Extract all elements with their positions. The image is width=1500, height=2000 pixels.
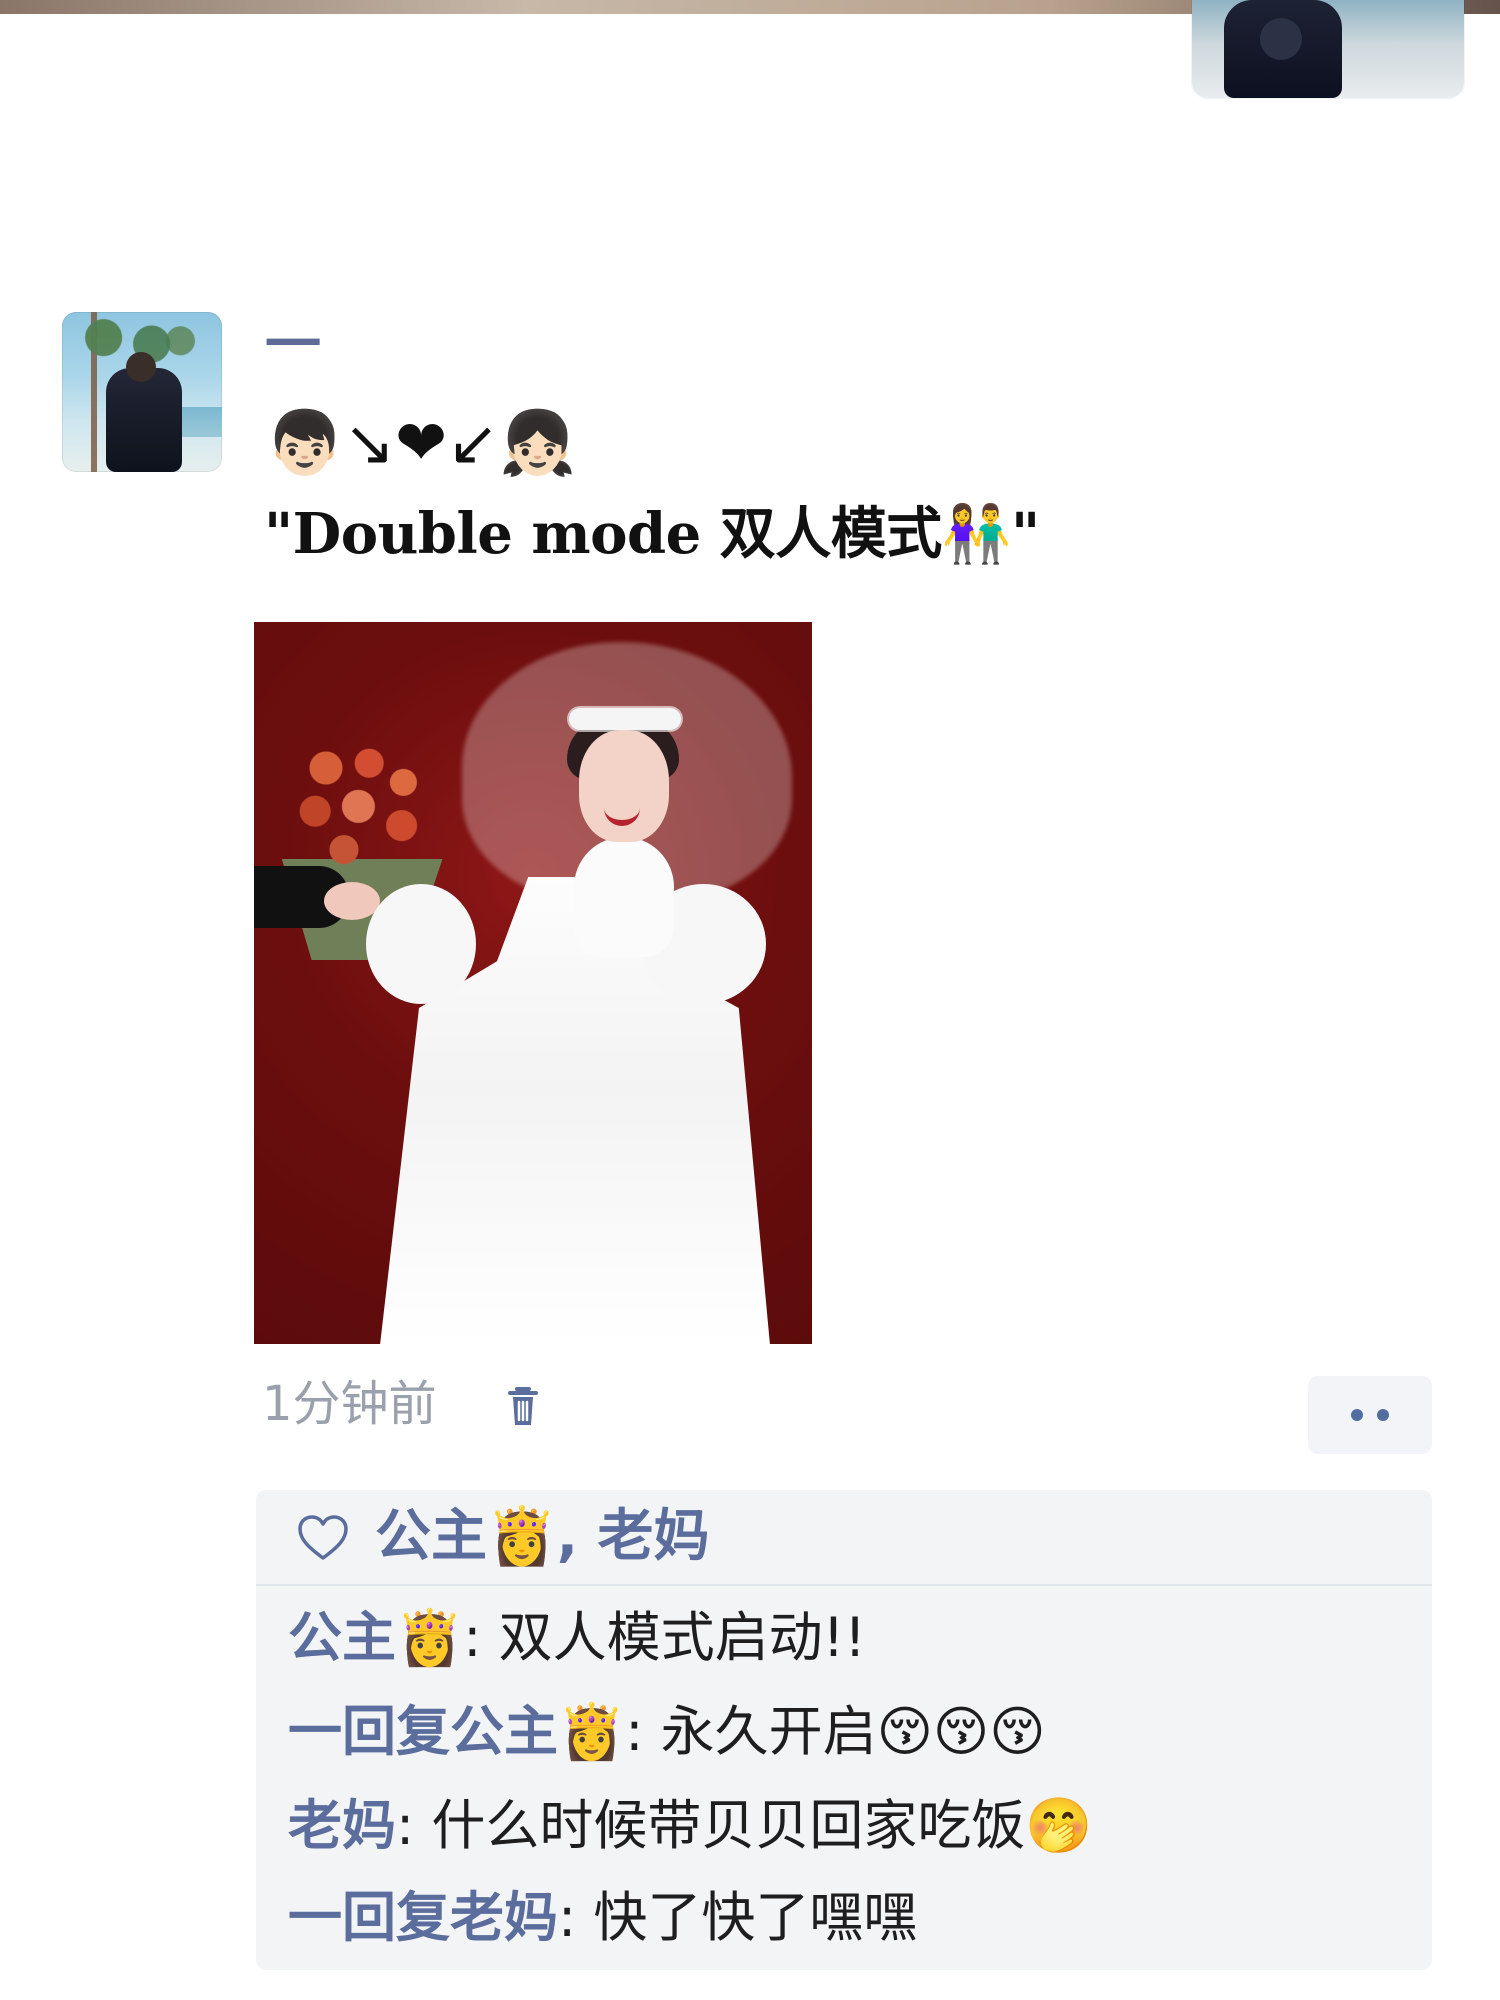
post-emoji-line: 👦🏻↘❤↙👧🏻 <box>266 406 577 479</box>
heart-icon <box>298 1515 348 1560</box>
comment-text: : 永久开启😚😚😚 <box>625 1700 1046 1763</box>
author-name[interactable]: 一 <box>265 318 321 374</box>
reply-target[interactable]: 公主👸 <box>450 1700 625 1763</box>
avatar-sea <box>182 407 222 437</box>
more-dot-left <box>1351 1409 1363 1421</box>
comment-row: 一回复老妈: 快了快了嘿嘿 <box>288 1888 917 1947</box>
avatar-person <box>106 352 182 472</box>
photo-left-sleeve <box>366 884 476 1004</box>
likes-row: 公主👸, 老妈 <box>256 1490 1432 1586</box>
top-profile-person <box>1224 0 1342 98</box>
photo-tiara <box>569 708 681 730</box>
comment-text: : 什么时候带贝贝回家吃饭🤭 <box>396 1794 1093 1857</box>
photo-hands <box>574 837 674 957</box>
comment-row: 公主👸: 双人模式启动!! <box>288 1608 866 1667</box>
likes-text[interactable]: 公主👸, 老妈 <box>375 1506 710 1568</box>
author-avatar[interactable] <box>62 312 222 472</box>
top-profile-image <box>1192 0 1464 98</box>
post-caption: "Double mode 双人模式👫" <box>264 501 1040 567</box>
more-button[interactable] <box>1308 1376 1432 1454</box>
comment-box: 公主👸, 老妈 公主👸: 双人模式启动!! 一回复公主👸: 永久开启😚😚😚 老妈… <box>256 1490 1432 1970</box>
post-meta-row: 1分钟前 <box>262 1376 1432 1456</box>
post-photo[interactable] <box>254 622 812 1344</box>
more-dot-right <box>1377 1409 1389 1421</box>
comment-text: : 双人模式启动!! <box>463 1606 866 1669</box>
trash-icon[interactable] <box>502 1384 544 1432</box>
comment-text: : 快了快了嘿嘿 <box>558 1886 918 1949</box>
photo-groom-hand <box>324 882 380 920</box>
comment-author[interactable]: 公主👸 <box>288 1606 463 1669</box>
comment-row: 一回复公主👸: 永久开启😚😚😚 <box>288 1702 1046 1761</box>
comment-author[interactable]: 一回复 <box>288 1700 450 1763</box>
comment-row: 老妈: 什么时候带贝贝回家吃饭🤭 <box>288 1796 1093 1855</box>
comment-author[interactable]: 老妈 <box>288 1794 396 1857</box>
comment-author[interactable]: 一回复 <box>288 1886 450 1949</box>
post-time: 1分钟前 <box>262 1376 437 1432</box>
reply-target[interactable]: 老妈 <box>450 1886 558 1949</box>
